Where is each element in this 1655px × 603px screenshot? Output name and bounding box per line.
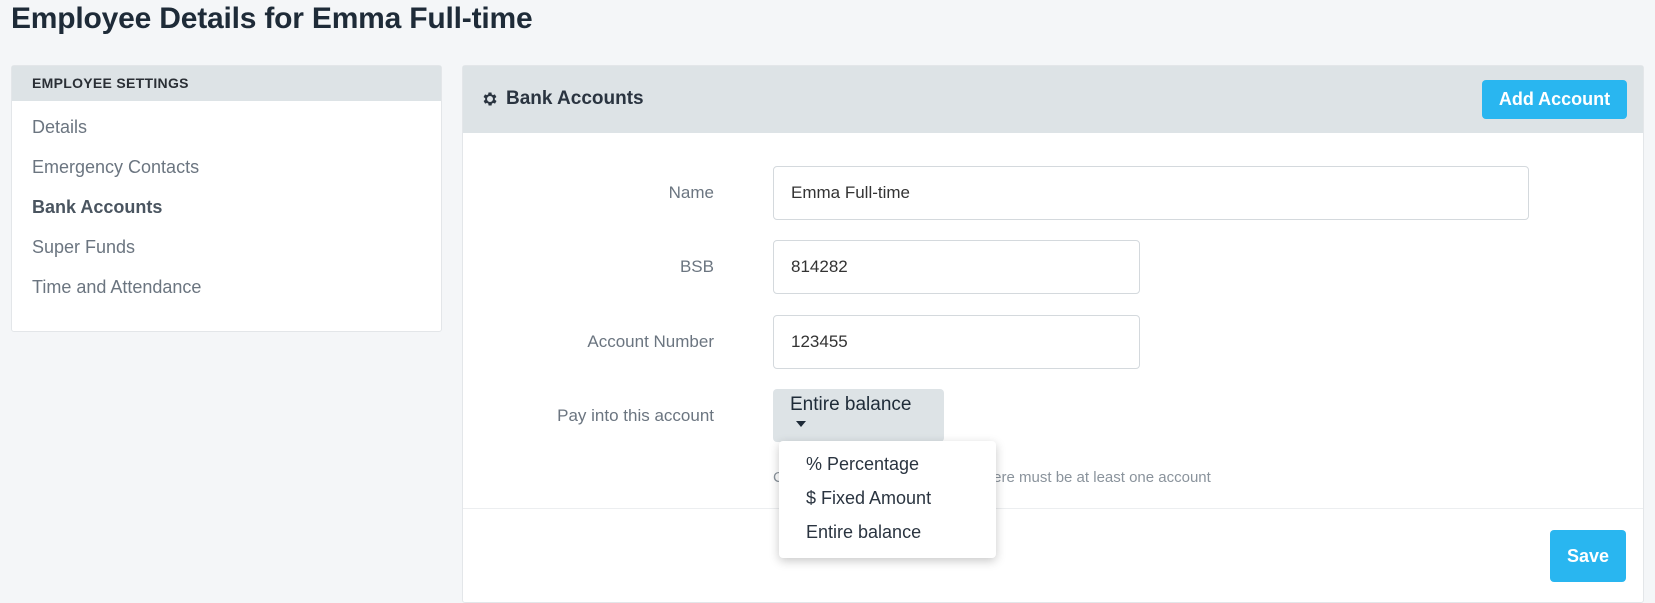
- panel-header: Bank Accounts Add Account: [463, 66, 1643, 133]
- account-number-label: Account Number: [587, 332, 714, 351]
- pay-into-value: Entire balance: [790, 393, 912, 415]
- bsb-input[interactable]: 814282: [773, 240, 1140, 294]
- pay-into-dropdown-menu: % Percentage $ Fixed Amount Entire balan…: [779, 441, 996, 558]
- help-text-suffix: here must be at least one account: [984, 469, 1211, 486]
- save-button[interactable]: Save: [1550, 530, 1626, 582]
- panel-divider: [463, 508, 1643, 509]
- panel-title-text: Bank Accounts: [506, 88, 644, 109]
- bank-accounts-panel: Bank Accounts Add Account Name Emma Full…: [462, 65, 1644, 603]
- sidebar-item-emergency-contacts[interactable]: Emergency Contacts: [32, 157, 199, 178]
- sidebar-item-details[interactable]: Details: [32, 117, 87, 138]
- account-number-input[interactable]: 123455: [773, 315, 1140, 369]
- pay-into-label: Pay into this account: [557, 406, 714, 425]
- add-account-button[interactable]: Add Account: [1482, 80, 1627, 119]
- dropdown-option-fixed-amount[interactable]: $ Fixed Amount: [806, 488, 931, 509]
- name-label: Name: [668, 183, 714, 202]
- dropdown-option-percentage[interactable]: % Percentage: [806, 454, 919, 475]
- panel-title: Bank Accounts: [481, 88, 644, 110]
- bsb-label: BSB: [679, 257, 714, 276]
- gear-icon: [483, 92, 497, 106]
- caret-down-icon: [796, 421, 806, 428]
- sidebar-header: EMPLOYEE SETTINGS: [12, 66, 441, 101]
- sidebar-item-super-funds[interactable]: Super Funds: [32, 237, 135, 258]
- pay-into-select[interactable]: Entire balance: [773, 389, 944, 442]
- page-title: Employee Details for Emma Full-time: [11, 2, 533, 35]
- employee-settings-sidebar: EMPLOYEE SETTINGS Details Emergency Cont…: [11, 65, 442, 332]
- sidebar-item-bank-accounts[interactable]: Bank Accounts: [32, 197, 162, 218]
- sidebar-item-time-and-attendance[interactable]: Time and Attendance: [32, 277, 201, 298]
- dropdown-option-entire-balance[interactable]: Entire balance: [806, 522, 921, 543]
- name-input[interactable]: Emma Full-time: [773, 166, 1529, 220]
